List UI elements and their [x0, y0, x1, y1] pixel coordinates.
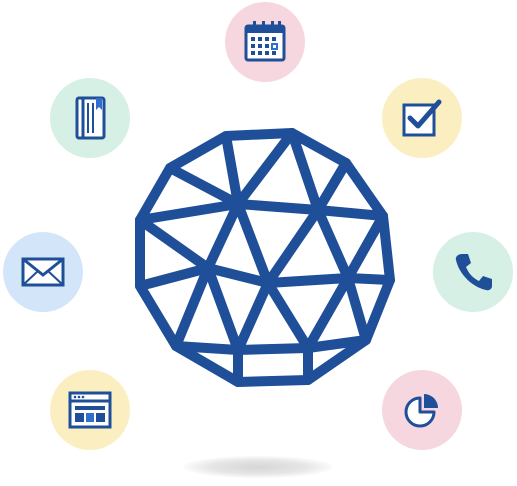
checkbox-icon: [402, 99, 442, 137]
notebook-icon: [75, 96, 106, 140]
illustration: [0, 0, 517, 486]
phone-icon-circle: [433, 232, 513, 312]
pie-chart-icon: [404, 394, 438, 428]
mail-icon-circle: [3, 232, 83, 312]
calendar-icon: [244, 21, 286, 62]
geodesic-globe-icon: [135, 128, 395, 387]
globe-shadow: [183, 456, 333, 478]
mail-icon: [21, 257, 65, 287]
phone-icon: [455, 254, 492, 291]
calendar-icon-circle: [225, 2, 305, 82]
browser-window-icon: [68, 391, 112, 429]
